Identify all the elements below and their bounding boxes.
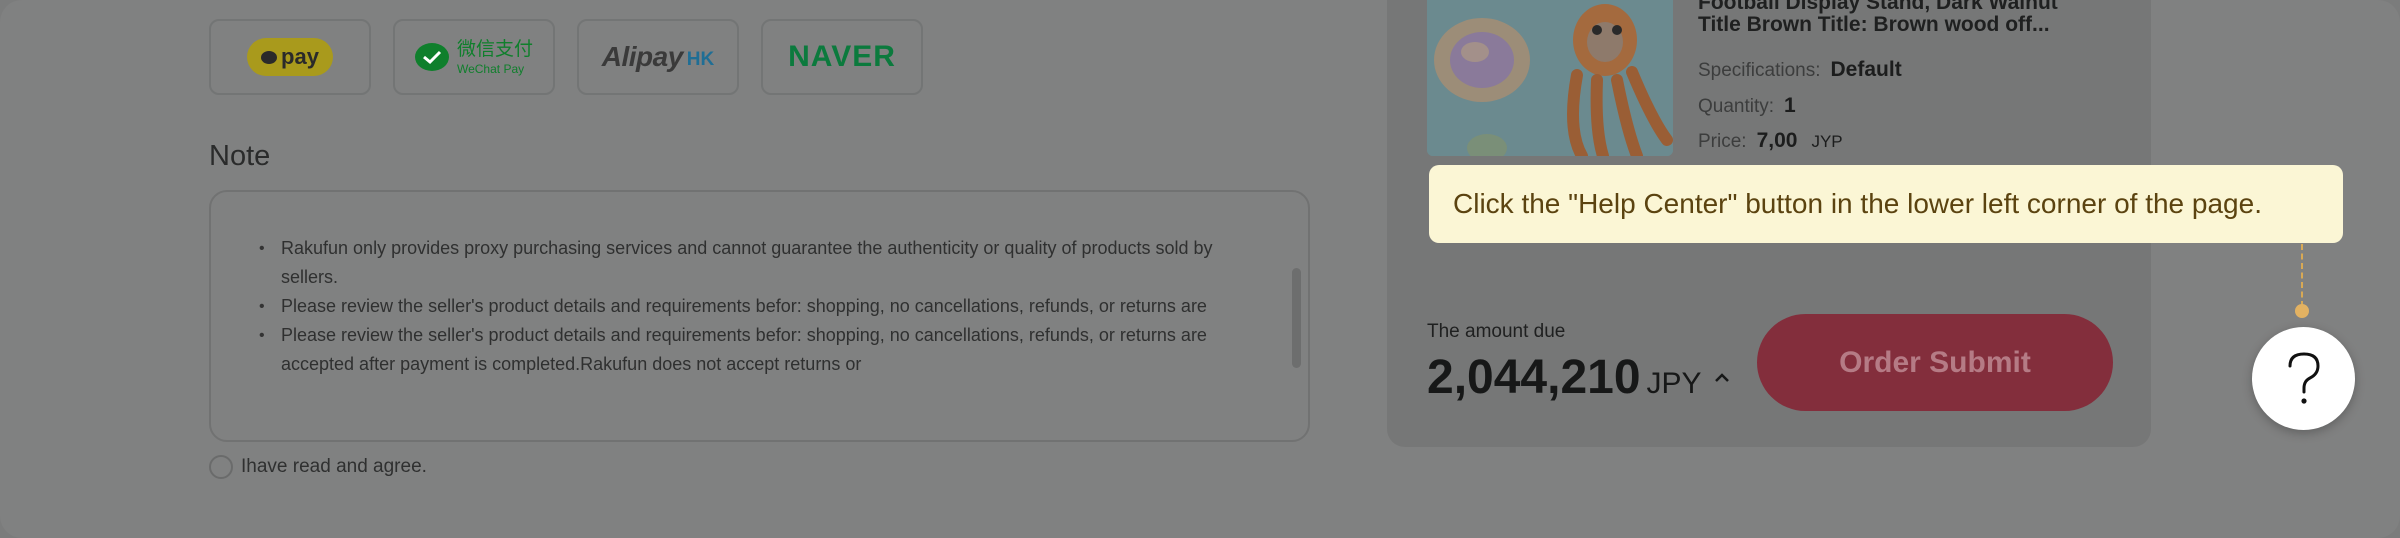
quantity-label: Quantity: — [1698, 96, 1775, 117]
amount-due-label: The amount due — [1427, 321, 1566, 342]
price-label: Price: — [1698, 131, 1747, 152]
price-value: 7,00 — [1756, 129, 1798, 152]
chat-bubble-icon — [261, 50, 278, 64]
agree-row[interactable]: Ihave read and agree. — [209, 455, 427, 479]
kakaopay-label: pay — [281, 44, 319, 69]
quantity-value: 1 — [1784, 94, 1796, 117]
amount-due[interactable]: 2,044,210 JPY — [1427, 350, 1730, 405]
payment-methods: pay 微信支付 WeChat Pay Alipay HK NAVER — [209, 19, 923, 95]
wechat-label-en: WeChat Pay — [456, 61, 525, 76]
spec-label: Specifications: — [1698, 60, 1821, 81]
alipay-hk-suffix: HK — [686, 49, 715, 70]
wechat-label-cn: 微信支付 — [456, 38, 533, 60]
tooltip-connector — [2301, 244, 2303, 307]
alipay-label: Alipay — [601, 41, 684, 72]
question-icon — [2288, 351, 2320, 404]
wechat-pay-option[interactable]: 微信支付 WeChat Pay — [393, 19, 555, 95]
order-submit-button[interactable]: Order Submit — [1757, 314, 2113, 411]
wechat-icon — [414, 43, 449, 71]
spec-value: Default — [1830, 58, 1902, 81]
price-currency: JYP — [1811, 132, 1843, 151]
note-list: Rakufun only provides proxy purchasing s… — [259, 234, 1249, 379]
naver-pay-option[interactable]: NAVER — [761, 19, 923, 95]
spec-row: Specifications: Default — [1698, 58, 1902, 82]
guide-tooltip: Click the "Help Center" button in the lo… — [1429, 165, 2343, 243]
note-box[interactable]: Rakufun only provides proxy purchasing s… — [209, 190, 1310, 442]
tooltip-text: Click the "Help Center" button in the lo… — [1453, 188, 2262, 219]
kakaopay-logo: pay — [247, 38, 333, 76]
amount-due-value: 2,044,210 — [1427, 351, 1641, 404]
agree-checkbox[interactable] — [209, 455, 233, 479]
agree-label: Ihave read and agree. — [241, 456, 427, 477]
amount-due-currency: JPY — [1646, 367, 1702, 400]
product-image — [1427, 0, 1673, 156]
note-scrollbar[interactable] — [1292, 268, 1301, 368]
kakaopay-option[interactable]: pay — [209, 19, 371, 95]
alipay-hk-option[interactable]: Alipay HK — [577, 19, 739, 95]
help-center-button[interactable] — [2252, 327, 2355, 430]
price-row: Price: 7,00 JYP — [1698, 129, 1843, 153]
chevron-up-icon[interactable] — [1714, 370, 1730, 386]
quantity-row: Quantity: 1 — [1698, 94, 1796, 118]
note-item: Rakufun only provides proxy purchasing s… — [259, 234, 1249, 292]
note-item: Please review the seller's product detai… — [259, 292, 1249, 321]
naver-label: NAVER — [788, 40, 896, 73]
note-title: Note — [209, 140, 271, 172]
product-title: Football Display Stand, Dark Walnut Titl… — [1698, 0, 2058, 36]
checkout-page: pay 微信支付 WeChat Pay Alipay HK NAVER Note… — [0, 0, 2400, 538]
note-item: Please review the seller's product detai… — [259, 321, 1249, 379]
tooltip-anchor-dot — [2295, 304, 2309, 318]
